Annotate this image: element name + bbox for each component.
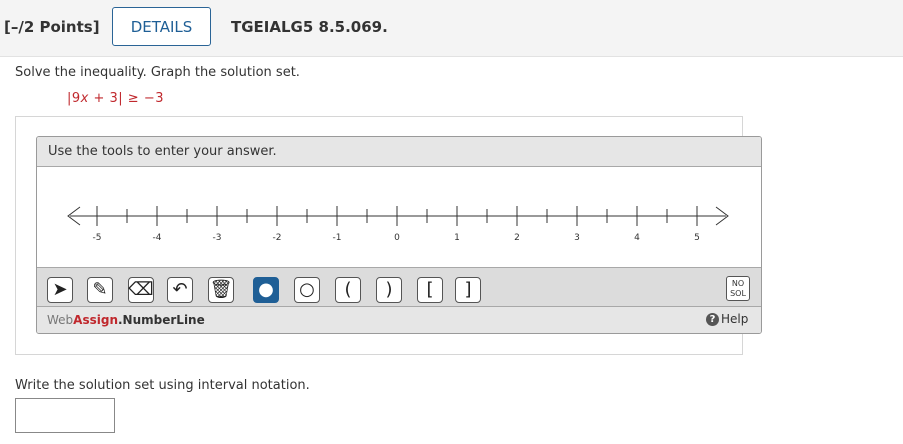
brand-rest: .NumberLine (118, 313, 205, 327)
question-header: [–/2 Points] DETAILS TGEIALG5 8.5.069. (0, 0, 903, 57)
help-label: Help (721, 312, 749, 326)
eraser-tool[interactable]: ⌫ (128, 277, 154, 303)
open-right-paren-tool[interactable]: ) (376, 277, 402, 303)
tick-label: -2 (273, 233, 282, 243)
inequality-equation: |9x + 3| ≥ −3 (67, 91, 164, 106)
tick-label: 5 (694, 233, 700, 243)
right-bracket-tool[interactable]: ] (455, 277, 481, 303)
pencil-tool[interactable]: ✎ (87, 277, 113, 303)
open-dot-tool[interactable]: ○ (294, 277, 320, 303)
equation-part-1: |9 (67, 91, 81, 106)
tick-label: -3 (213, 233, 222, 243)
pencil-icon: ✎ (92, 279, 108, 300)
tick-label: 1 (454, 233, 460, 243)
closed-dot-tool[interactable]: ● (253, 277, 279, 303)
brand-assign: Assign (73, 313, 118, 327)
eraser-icon: ⌫ (128, 279, 154, 300)
widget-title: Use the tools to enter your answer. (37, 137, 761, 167)
tick-label: 2 (514, 233, 520, 243)
details-button[interactable]: DETAILS (112, 7, 211, 46)
nosol-line-2: SOL (730, 289, 746, 298)
undo-icon: ↶ (172, 279, 188, 300)
interval-notation-label: Write the solution set using interval no… (15, 378, 310, 393)
open-left-paren-tool[interactable]: ( (335, 277, 361, 303)
pointer-icon: ➤ (52, 279, 68, 300)
webassign-numberline-logo: WebAssign.NumberLine (47, 313, 205, 327)
equation-variable: x (80, 91, 89, 106)
tick-label: -5 (93, 233, 102, 243)
brand-web: Web (47, 313, 74, 327)
pointer-tool[interactable]: ➤ (47, 277, 73, 303)
points-label: [–/2 Points] (4, 18, 100, 36)
tick-label: -1 (333, 233, 342, 243)
left-bracket-icon: [ (426, 279, 434, 300)
open-right-paren-icon: ) (385, 279, 393, 300)
question-code: TGEIALG5 8.5.069. (231, 18, 388, 36)
trash-icon: 🗑 (209, 279, 233, 300)
undo-tool[interactable]: ↶ (167, 277, 193, 303)
interval-answer-input[interactable] (15, 398, 115, 433)
question-prompt: Solve the inequality. Graph the solution… (15, 65, 300, 80)
numberline-canvas[interactable]: -5 -4 -3 -2 -1 0 1 2 3 4 5 (37, 167, 761, 267)
closed-dot-icon: ● (258, 279, 274, 300)
tick-label: 4 (634, 233, 640, 243)
nosol-line-1: NO (731, 279, 745, 288)
numberline-svg[interactable]: -5 -4 -3 -2 -1 0 1 2 3 4 5 (37, 167, 761, 267)
numberline-widget: Use the tools to enter your answer. -5 -4… (36, 136, 762, 334)
no-solution-button[interactable]: NO SOL (726, 276, 750, 301)
open-dot-icon: ○ (299, 279, 315, 300)
right-bracket-icon: ] (464, 279, 472, 300)
help-link[interactable]: ? Help (706, 312, 748, 326)
help-icon: ? (706, 312, 719, 326)
left-bracket-tool[interactable]: [ (417, 277, 443, 303)
widget-footer: WebAssign.NumberLine ? Help (37, 307, 761, 333)
tick-label: 3 (574, 233, 580, 243)
equation-part-2: + 3| ≥ −3 (88, 91, 164, 106)
tick-label: -4 (153, 233, 162, 243)
open-left-paren-icon: ( (344, 279, 352, 300)
tool-bar: NO SOL ➤ ✎ ⌫ ↶ 🗑 ● ○ () [] (37, 267, 761, 307)
tick-label: 0 (394, 233, 400, 243)
trash-tool[interactable]: 🗑 (208, 277, 234, 303)
